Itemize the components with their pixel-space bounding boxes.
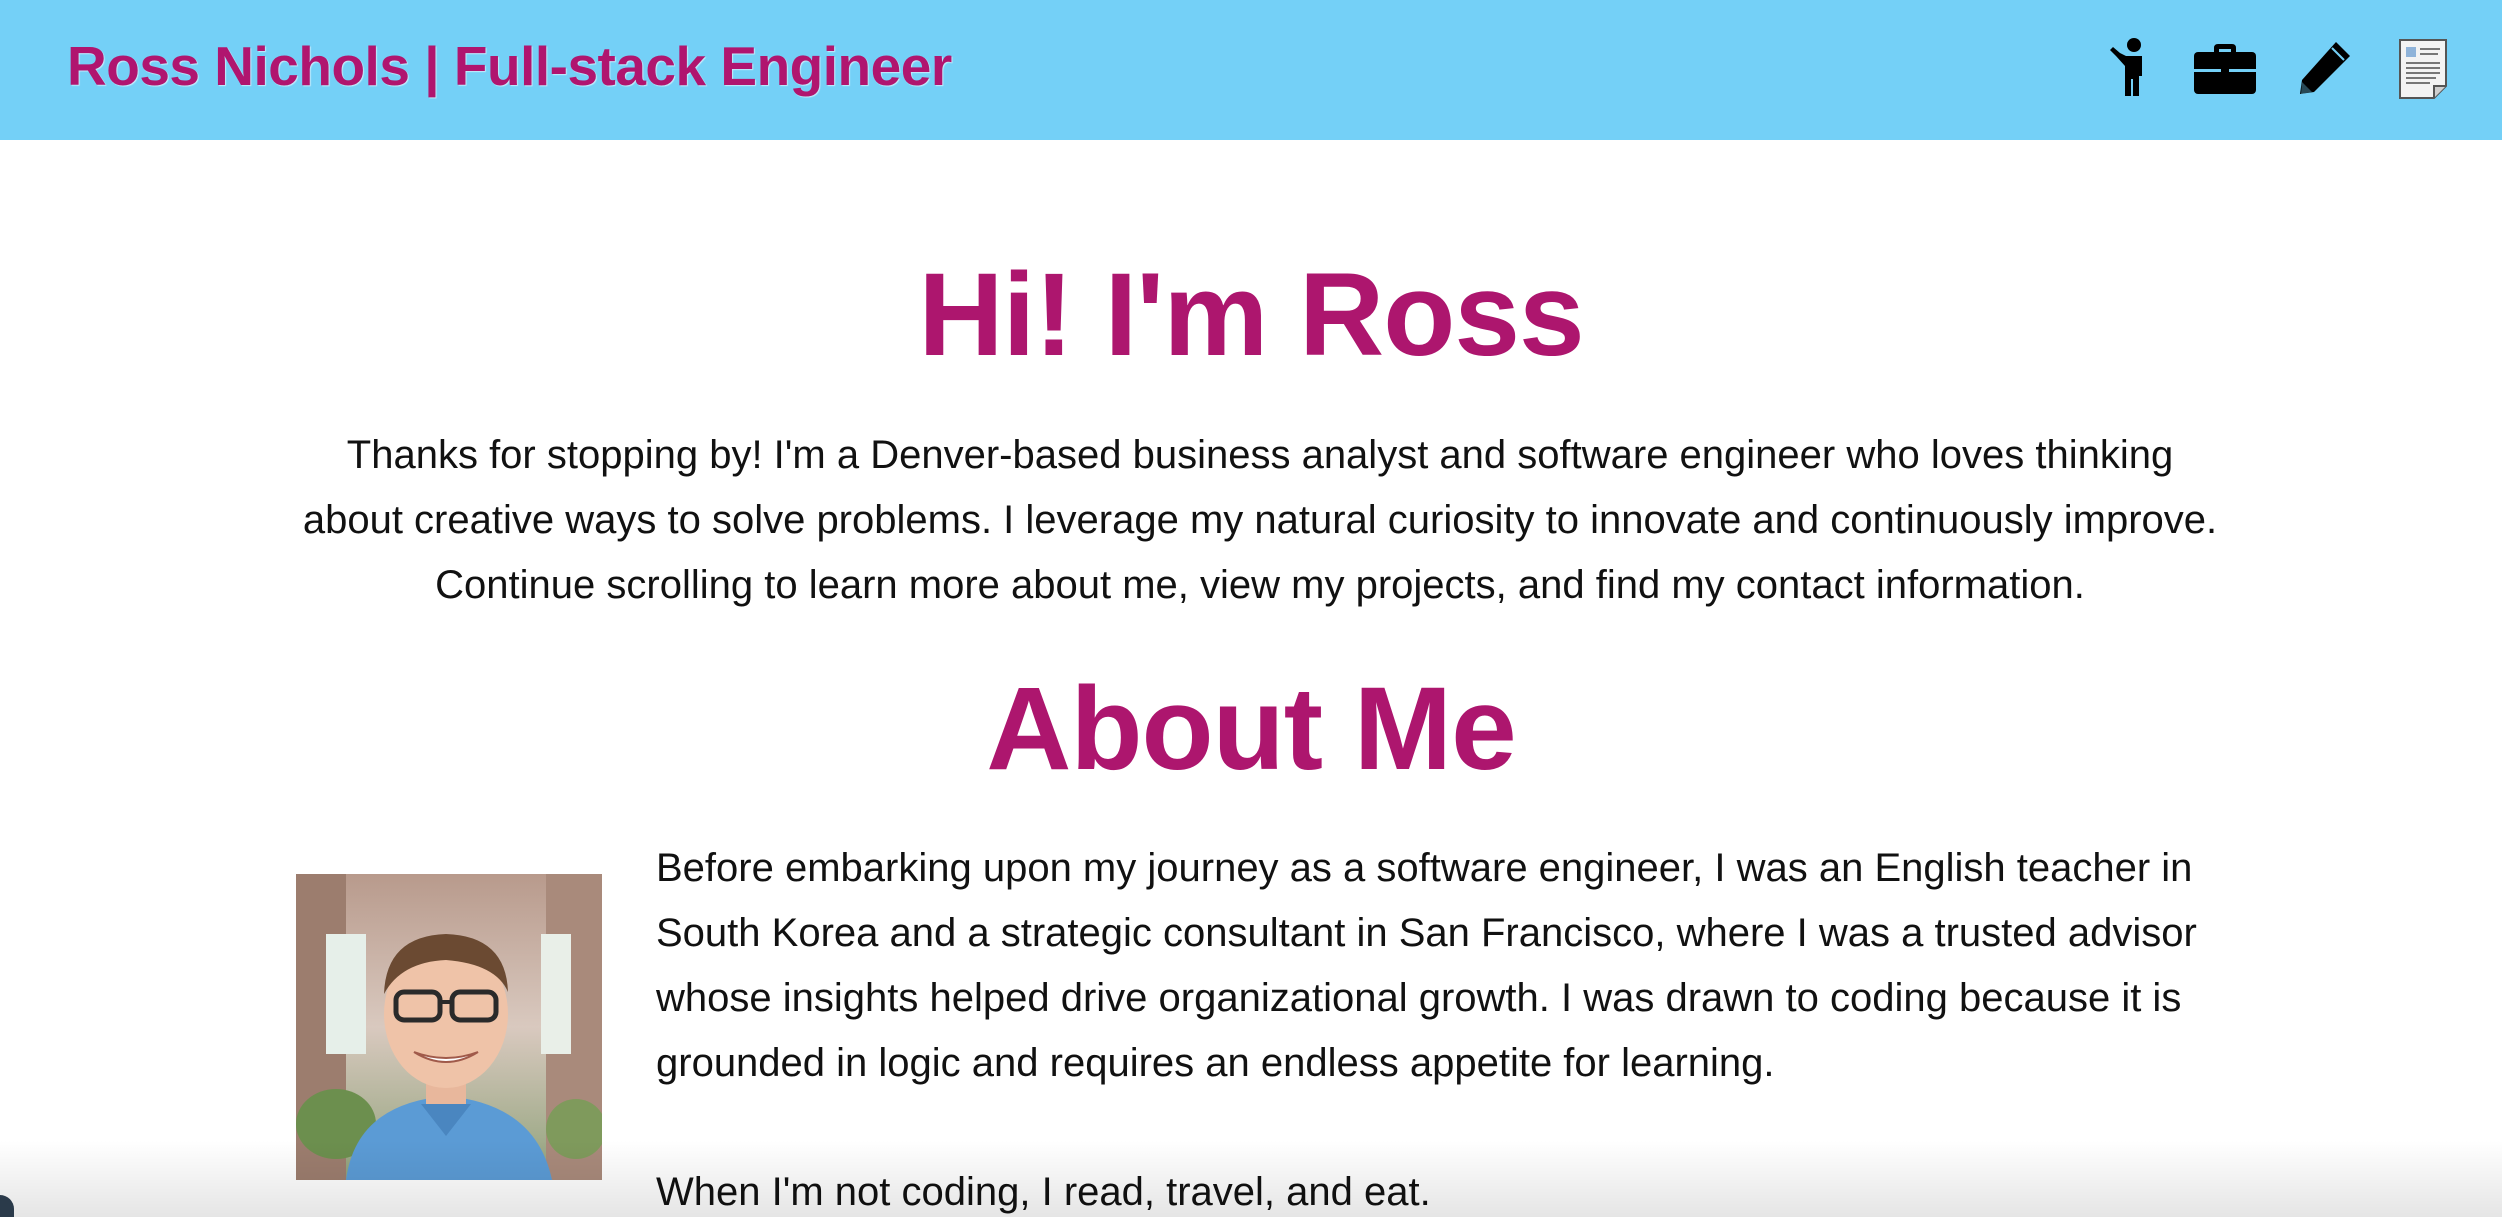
profile-photo bbox=[296, 874, 602, 1180]
site-title[interactable]: Ross Nichols | Full-stack Engineer bbox=[67, 34, 952, 98]
site-header: Ross Nichols | Full-stack Engineer bbox=[0, 0, 2502, 140]
about-paragraph-hobbies: When I'm not coding, I read, travel, and… bbox=[656, 1170, 1431, 1214]
about-paragraph: Before embarking upon my journey as a so… bbox=[656, 846, 2197, 1085]
resume-document-icon[interactable] bbox=[2396, 36, 2450, 100]
pencil-icon-graphic bbox=[2300, 42, 2350, 94]
briefcase-icon[interactable] bbox=[2192, 36, 2258, 100]
person-pointing-icon-graphic bbox=[2110, 38, 2142, 96]
person-pointing-icon[interactable] bbox=[2098, 36, 2162, 100]
resume-document-icon-graphic bbox=[2399, 39, 2447, 99]
intro-paragraph: Thanks for stopping by! I'm a Denver-bas… bbox=[302, 433, 2218, 607]
pencil-icon[interactable] bbox=[2292, 36, 2356, 100]
hero-title: Hi! I'm Ross bbox=[918, 249, 1584, 381]
window-corner bbox=[0, 1195, 14, 1217]
about-title: About Me bbox=[986, 663, 1516, 795]
briefcase-icon-graphic bbox=[2194, 44, 2256, 94]
